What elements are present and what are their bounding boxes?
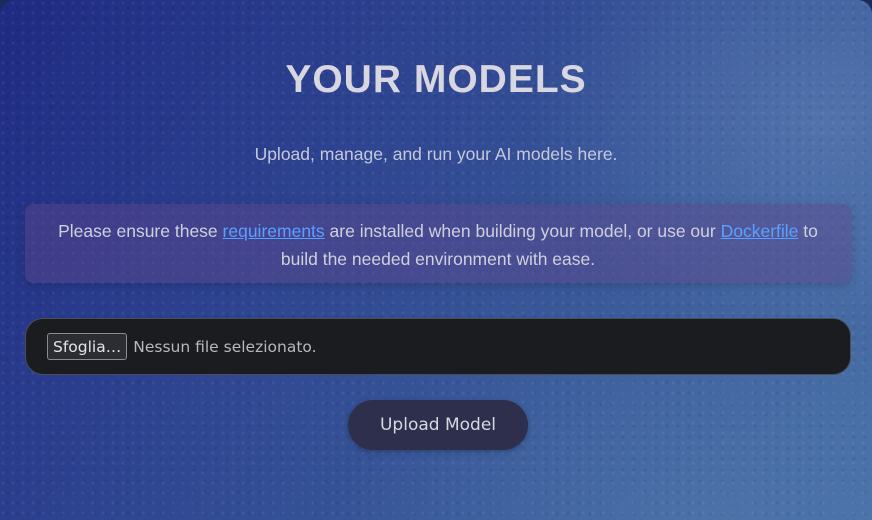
requirements-notice: Please ensure these requirements are ins… <box>25 204 851 283</box>
dockerfile-link[interactable]: Dockerfile <box>721 221 799 241</box>
models-panel: YOUR MODELS Upload, manage, and run your… <box>0 0 872 520</box>
requirements-link[interactable]: requirements <box>223 221 325 241</box>
upload-model-button[interactable]: Upload Model <box>348 400 528 450</box>
notice-text-middle: are installed when building your model, … <box>324 221 721 241</box>
page-title: YOUR MODELS <box>285 58 587 101</box>
file-input[interactable]: Sfoglia… Nessun file selezionato. <box>25 318 851 375</box>
browse-button[interactable]: Sfoglia… <box>47 333 128 360</box>
notice-text-before: Please ensure these <box>58 221 223 241</box>
file-status-text: Nessun file selezionato. <box>133 337 317 356</box>
page-subtitle: Upload, manage, and run your AI models h… <box>254 144 618 164</box>
